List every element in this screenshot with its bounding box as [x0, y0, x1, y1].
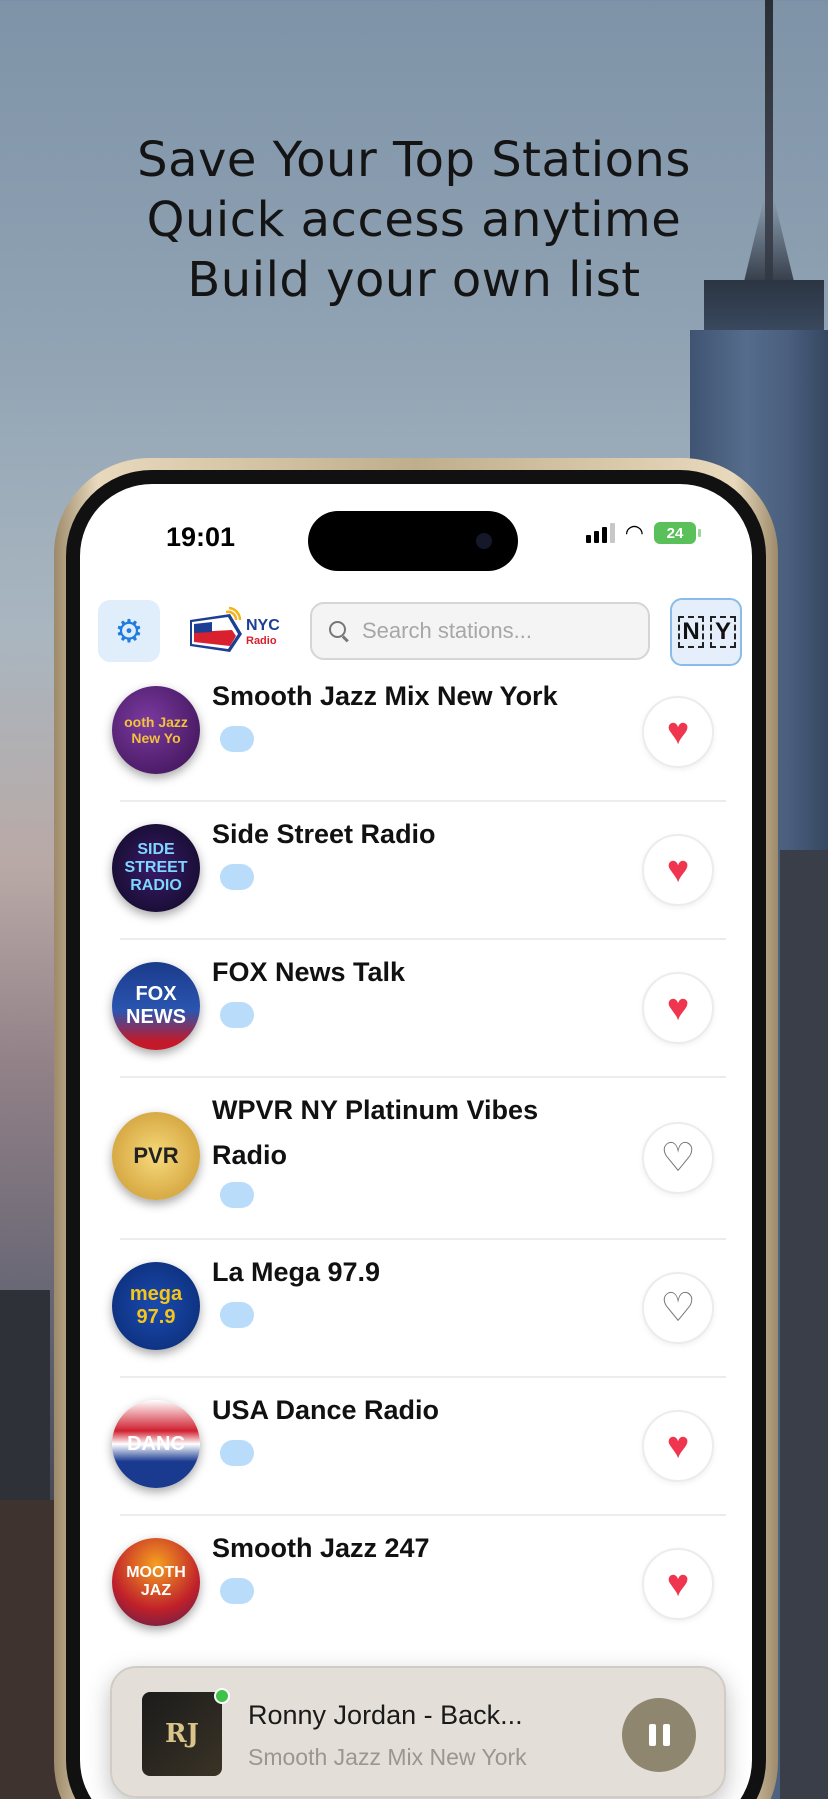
- app-logo: NYC Radio: [190, 606, 280, 652]
- building: [0, 1500, 60, 1799]
- station-tag: [220, 1182, 254, 1208]
- favorite-button[interactable]: ♥: [642, 1410, 714, 1482]
- station-row[interactable]: MOOTH JAZ Smooth Jazz 247 ♥: [80, 1516, 752, 1654]
- pause-button[interactable]: [622, 1698, 696, 1772]
- heart-filled-icon: ♥: [666, 849, 690, 891]
- favorite-button[interactable]: ♥: [642, 972, 714, 1044]
- station-name: USA Dance Radio: [212, 1395, 440, 1425]
- favorite-button[interactable]: ♥: [642, 696, 714, 768]
- gear-icon: ⚙: [114, 613, 144, 649]
- heart-filled-icon: ♥: [666, 711, 690, 753]
- station-logo: PVR: [112, 1112, 200, 1200]
- station-logo: SIDE STREET RADIO: [112, 824, 200, 912]
- station-name: Smooth Jazz Mix New York: [212, 681, 558, 711]
- status-time: 19:01: [166, 522, 236, 552]
- station-tag: [220, 726, 254, 752]
- pause-icon: [648, 1724, 656, 1746]
- logo-text: NYC: [246, 617, 280, 634]
- favorite-button[interactable]: ♡: [642, 1122, 714, 1194]
- station-tag: [220, 1440, 254, 1466]
- favorite-button[interactable]: ♡: [642, 1272, 714, 1344]
- station-logo: DANC: [112, 1400, 200, 1488]
- camera-icon: [476, 533, 492, 549]
- signal-icon: [585, 523, 615, 543]
- station-tag: [220, 864, 254, 890]
- station-logo: mega 97.9: [112, 1262, 200, 1350]
- live-indicator: [214, 1688, 230, 1704]
- station-row[interactable]: SIDE STREET RADIO Side Street Radio ♥: [80, 802, 752, 940]
- station-tag: [220, 1302, 254, 1328]
- toolbar: ⚙ NYC Radio Search stations... N Y: [98, 598, 742, 666]
- station-tag: [220, 1578, 254, 1604]
- station-row[interactable]: PVR WPVR NY Platinum Vibes Radio ♡: [80, 1078, 752, 1240]
- search-input[interactable]: Search stations...: [310, 602, 650, 660]
- station-name: La Mega 97.9: [212, 1257, 381, 1287]
- chip-letter: Y: [710, 616, 736, 648]
- now-playing-art: RJ: [142, 1692, 222, 1776]
- favorite-button[interactable]: ♥: [642, 1548, 714, 1620]
- heart-filled-icon: ♥: [666, 987, 690, 1029]
- station-row[interactable]: ooth Jazz New Yo Smooth Jazz Mix New Yor…: [80, 664, 752, 802]
- search-icon: [328, 620, 350, 642]
- settings-button[interactable]: ⚙: [98, 600, 160, 662]
- phone-frame: 19:01 ◠ 24 ⚙ NYC Radio Search stations..…: [54, 458, 778, 1799]
- station-name: FOX News Talk: [212, 957, 406, 987]
- favorite-button[interactable]: ♥: [642, 834, 714, 906]
- battery-icon: 24: [654, 522, 701, 544]
- heart-outline-icon: ♡: [660, 1286, 696, 1330]
- station-logo: MOOTH JAZ: [112, 1538, 200, 1626]
- heart-outline-icon: ♡: [660, 1136, 696, 1180]
- heart-filled-icon: ♥: [666, 1425, 690, 1467]
- app-screen: 19:01 ◠ 24 ⚙ NYC Radio Search stations..…: [80, 484, 752, 1799]
- station-tag: [220, 1002, 254, 1028]
- status-icons: ◠ 24: [585, 520, 701, 545]
- promo-headline: Save Your Top Stations Quick access anyt…: [0, 130, 828, 310]
- station-list: ooth Jazz New Yo Smooth Jazz Mix New Yor…: [80, 664, 752, 1654]
- station-logo: FOX NEWS: [112, 962, 200, 1050]
- dynamic-island: [308, 511, 518, 571]
- station-name: Smooth Jazz 247: [212, 1533, 430, 1563]
- station-row[interactable]: mega 97.9 La Mega 97.9 ♡: [80, 1240, 752, 1378]
- chip-letter: N: [678, 616, 704, 648]
- logo-subtext: Radio: [246, 635, 277, 647]
- station-row[interactable]: DANC USA Dance Radio ♥: [80, 1378, 752, 1516]
- station-row[interactable]: FOX NEWS FOX News Talk ♥: [80, 940, 752, 1078]
- station-logo: ooth Jazz New Yo: [112, 686, 200, 774]
- promo-line: Save Your Top Stations: [137, 132, 691, 188]
- now-playing-bar[interactable]: RJ Ronny Jordan - Back... Smooth Jazz Mi…: [110, 1666, 726, 1798]
- search-placeholder: Search stations...: [362, 618, 532, 643]
- wifi-icon: ◠: [624, 520, 644, 545]
- filter-chip[interactable]: N Y: [670, 598, 742, 666]
- now-playing-title: Ronny Jordan - Back...: [248, 1700, 523, 1730]
- phone-bezel: 19:01 ◠ 24 ⚙ NYC Radio Search stations..…: [66, 470, 766, 1799]
- station-name: WPVR NY Platinum Vibes Radio: [212, 1095, 539, 1170]
- heart-filled-icon: ♥: [666, 1563, 690, 1605]
- pause-icon: [662, 1724, 670, 1746]
- building: [780, 850, 828, 1799]
- station-name: Side Street Radio: [212, 819, 436, 849]
- promo-line: Quick access anytime: [146, 192, 682, 248]
- promo-line: Build your own list: [187, 252, 641, 308]
- now-playing-station: Smooth Jazz Mix New York: [248, 1744, 527, 1770]
